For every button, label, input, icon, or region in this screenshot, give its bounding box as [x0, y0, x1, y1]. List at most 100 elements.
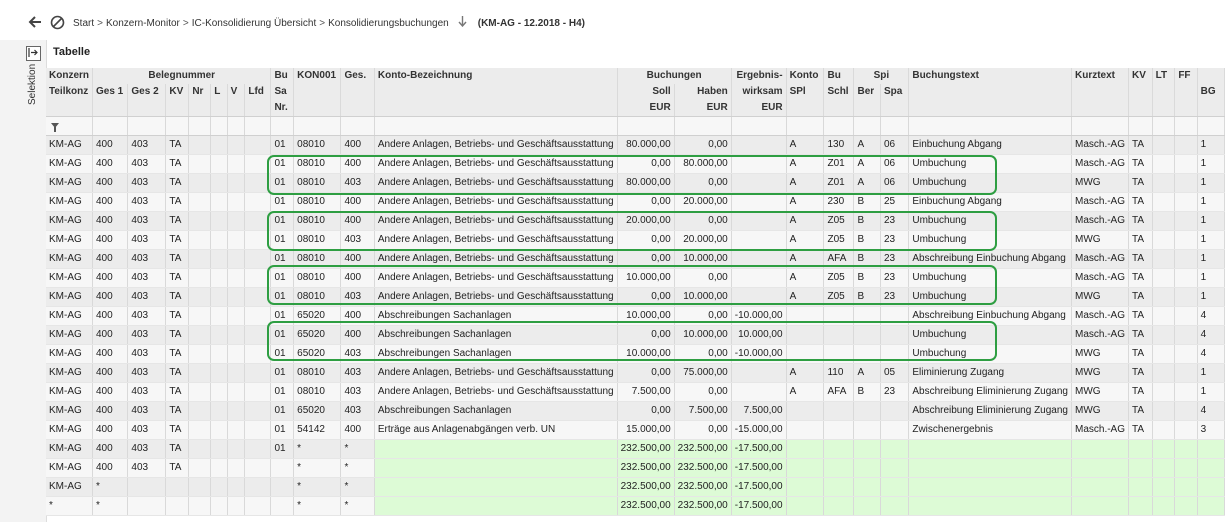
- filter-cell[interactable]: [244, 116, 272, 136]
- table-row[interactable]: KM-AG 400 403 TA 01 65020 403 Abschreibungen Sa…: [46, 344, 1225, 364]
- breadcrumb-item-ic-konsolidierung[interactable]: IC-Konsolidierung Übersicht: [192, 18, 317, 29]
- table-row[interactable]: KM-AG 400 403 TA 01 08010 400 Andere Anlagen, B…: [46, 192, 1225, 212]
- col-header-teilkonz[interactable]: Teilkonz: [46, 84, 93, 100]
- col-header-blank: [908, 84, 1072, 100]
- sum-row[interactable]: KM-AG 400 403 TA * * 232.500,00 232.500,00 -17.5…: [46, 458, 1225, 478]
- filter-cell[interactable]: [227, 116, 246, 136]
- cell-v: [227, 211, 246, 231]
- table-row[interactable]: KM-AG 400 403 TA 01 08010 403 Andere Anlagen, B…: [46, 382, 1225, 402]
- filter-cell[interactable]: [46, 116, 93, 136]
- filter-cell[interactable]: [617, 116, 675, 136]
- sum-row[interactable]: KM-AG 400 403 TA 01 * * 232.500,00 232.500,00 -17…: [46, 439, 1225, 459]
- table-row[interactable]: KM-AG 400 403 TA 01 08010 403 Andere Anlagen, B…: [46, 173, 1225, 193]
- col-header-v[interactable]: V: [227, 84, 246, 100]
- filter-cell[interactable]: [293, 116, 342, 136]
- filter-cell[interactable]: [908, 116, 1072, 136]
- filter-cell[interactable]: [853, 116, 881, 136]
- col-header-ges[interactable]: Ges.: [340, 68, 375, 84]
- filter-cell[interactable]: [210, 116, 228, 136]
- col-header-ges2[interactable]: Ges 2: [127, 84, 167, 100]
- filter-cell[interactable]: [731, 116, 787, 136]
- col-header-ges1[interactable]: Ges 1: [92, 84, 129, 100]
- table-row[interactable]: KM-AG 400 403 TA 01 08010 400 Andere Anlagen, B…: [46, 154, 1225, 174]
- filter-cell[interactable]: [786, 116, 825, 136]
- col-header-lt[interactable]: LT: [1152, 68, 1176, 84]
- col-header-nr[interactable]: Nr: [188, 84, 212, 100]
- cell-l: [210, 363, 228, 383]
- col-header-ff[interactable]: FF: [1174, 68, 1198, 84]
- table-row[interactable]: KM-AG 400 403 TA 01 65020 400 Abschreibungen Sa…: [46, 306, 1225, 326]
- arrow-down-icon[interactable]: [458, 16, 467, 30]
- panel-title: Tabelle: [53, 46, 91, 58]
- col-header-ergebnis[interactable]: Ergebnis-: [731, 68, 787, 84]
- col-header-lfd[interactable]: Lfd: [244, 84, 272, 100]
- col-header-konto[interactable]: Konto: [786, 68, 825, 84]
- col-header-wirksam[interactable]: wirksam: [731, 84, 787, 100]
- table-row[interactable]: KM-AG 400 403 TA 01 65020 400 Abschreibungen Sa…: [46, 325, 1225, 345]
- col-header-bu[interactable]: Bu: [270, 68, 295, 84]
- table-row[interactable]: KM-AG 400 403 TA 01 08010 403 Andere Anlagen, B…: [46, 287, 1225, 307]
- col-header-soll[interactable]: Soll: [617, 84, 675, 100]
- filter-cell[interactable]: [165, 116, 190, 136]
- cell-konto-spl: A: [786, 287, 825, 307]
- table-row[interactable]: KM-AG 400 403 TA 01 65020 403 Abschreibungen Sa…: [46, 401, 1225, 421]
- col-header-sa[interactable]: Sa: [270, 84, 295, 100]
- col-header-spi[interactable]: Spi: [853, 68, 910, 84]
- col-header-kurztext[interactable]: Kurztext: [1071, 68, 1130, 84]
- filter-cell[interactable]: [1071, 116, 1130, 136]
- col-header-schl[interactable]: Schl: [823, 84, 855, 100]
- col-header-buchungen[interactable]: Buchungen: [617, 68, 732, 84]
- breadcrumb-item-konzern-monitor[interactable]: Konzern-Monitor: [106, 18, 180, 29]
- col-header-belegnummer[interactable]: Belegnummer: [92, 68, 272, 84]
- col-header-bg[interactable]: BG: [1197, 84, 1225, 100]
- col-header-konto-bezeichnung[interactable]: Konto-Bezeichnung: [374, 68, 618, 84]
- col-header-nr-dot[interactable]: Nr.: [270, 100, 295, 117]
- cell-kurztext: Masch.-AG: [1071, 211, 1130, 231]
- filter-cell[interactable]: [1174, 116, 1198, 136]
- col-header-kv[interactable]: KV: [1128, 68, 1153, 84]
- col-header-kv-beleg[interactable]: KV: [165, 84, 190, 100]
- filter-cell[interactable]: [1197, 116, 1225, 136]
- table-row[interactable]: KM-AG 400 403 TA 01 08010 400 Andere Anlagen, B…: [46, 135, 1225, 155]
- table-row[interactable]: KM-AG 400 403 TA 01 08010 400 Andere Anlagen, B…: [46, 268, 1225, 288]
- cell-kurztext: Masch.-AG: [1071, 249, 1130, 269]
- filter-cell[interactable]: [880, 116, 910, 136]
- col-header-spl[interactable]: SPl: [786, 84, 825, 100]
- cell-l: [210, 325, 228, 345]
- cell-ergebnis: -17.500,00: [731, 496, 787, 516]
- filter-cell[interactable]: [1128, 116, 1153, 136]
- filter-cell[interactable]: [340, 116, 375, 136]
- table-row[interactable]: KM-AG 400 403 TA 01 54142 400 Erträge aus Anlag…: [46, 420, 1225, 440]
- table-row[interactable]: KM-AG 400 403 TA 01 08010 400 Andere Anlagen, B…: [46, 249, 1225, 269]
- table-row[interactable]: KM-AG 400 403 TA 01 08010 403 Andere Anlagen, B…: [46, 230, 1225, 250]
- col-header-konzern[interactable]: Konzern: [46, 68, 93, 84]
- cell-buchungstext: [908, 439, 1072, 459]
- table-row[interactable]: KM-AG 400 403 TA 01 08010 400 Andere Anlagen, B…: [46, 211, 1225, 231]
- col-header-buchungstext[interactable]: Buchungstext: [908, 68, 1072, 84]
- expand-panel-icon[interactable]: [26, 46, 41, 61]
- filter-cell[interactable]: [1152, 116, 1176, 136]
- cancel-circle-icon[interactable]: [49, 14, 65, 30]
- sidebar-label-selektion[interactable]: Selektion: [27, 64, 38, 134]
- sum-row[interactable]: KM-AG * * * 232.500,00 232.500,00 -17.500,00: [46, 477, 1225, 497]
- col-header-eur-haben: EUR: [674, 100, 732, 117]
- filter-cell[interactable]: [92, 116, 129, 136]
- col-header-ber[interactable]: Ber: [853, 84, 881, 100]
- breadcrumb-item-start[interactable]: Start: [73, 18, 94, 29]
- filter-cell[interactable]: [270, 116, 295, 136]
- filter-cell[interactable]: [188, 116, 212, 136]
- col-header-l[interactable]: L: [210, 84, 228, 100]
- col-header-kon001[interactable]: KON001: [293, 68, 342, 84]
- back-arrow-icon[interactable]: [28, 14, 42, 30]
- filter-cell[interactable]: [127, 116, 167, 136]
- filter-cell[interactable]: [823, 116, 855, 136]
- filter-cell[interactable]: [674, 116, 732, 136]
- filter-icon[interactable]: [51, 122, 59, 132]
- sum-row[interactable]: * * * * 232.500,00 232.500,00 -17.500,00: [46, 496, 1225, 516]
- col-header-spa[interactable]: Spa: [880, 84, 910, 100]
- col-header-bu-schl[interactable]: Bu: [823, 68, 855, 84]
- table-row[interactable]: KM-AG 400 403 TA 01 08010 403 Andere Anlagen, B…: [46, 363, 1225, 383]
- col-header-haben[interactable]: Haben: [674, 84, 732, 100]
- cell-ges: 400: [340, 211, 375, 231]
- filter-cell[interactable]: [374, 116, 618, 136]
